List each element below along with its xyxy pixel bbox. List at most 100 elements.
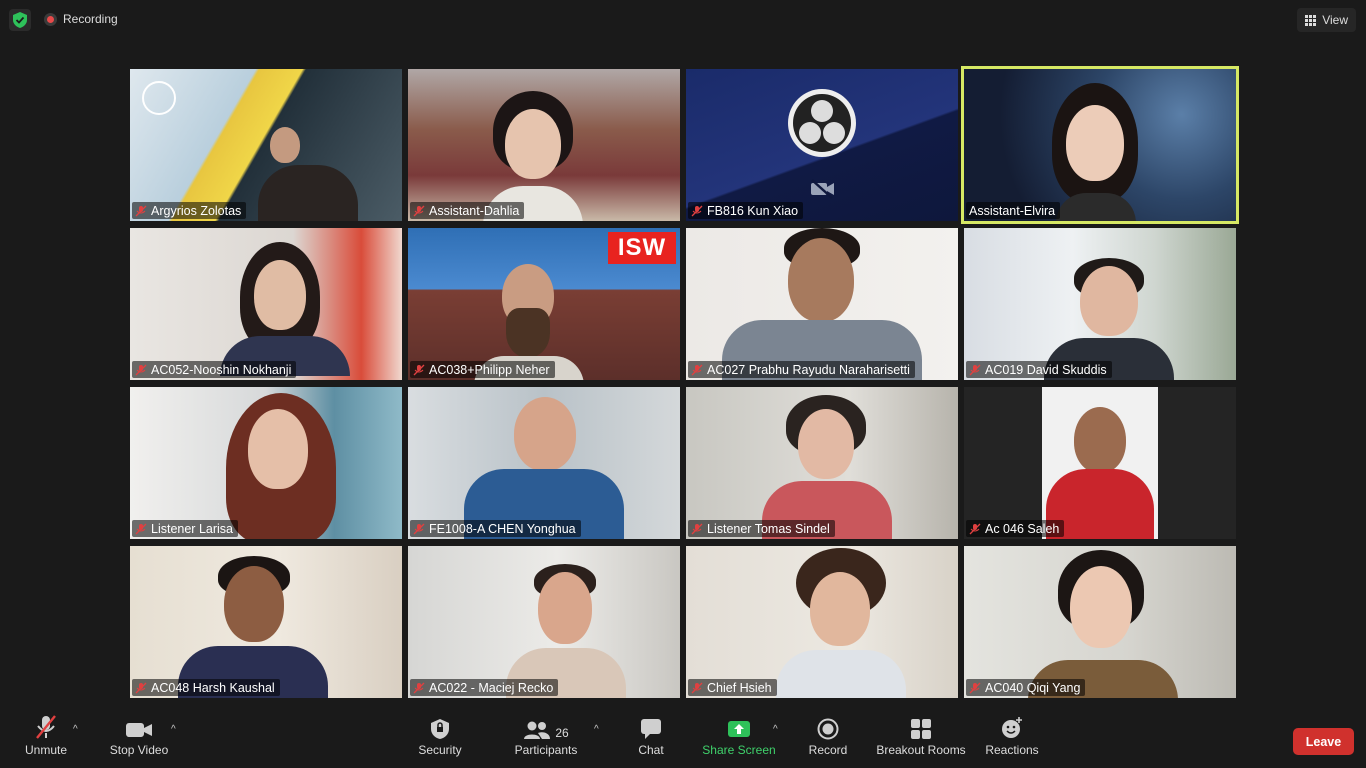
- participant-name: Listener Tomas Sindel: [707, 521, 830, 536]
- leave-button[interactable]: Leave: [1293, 728, 1354, 755]
- breakout-rooms-icon: [911, 719, 931, 739]
- video-tile[interactable]: Argyrios Zolotas: [130, 69, 402, 221]
- video-tile[interactable]: FB816 Kun Xiao: [686, 69, 958, 221]
- reactions-smiley-icon: [1002, 717, 1022, 738]
- participants-options-chevron-icon[interactable]: ^: [594, 724, 599, 735]
- video-options-chevron-icon[interactable]: ^: [171, 724, 176, 735]
- record-button[interactable]: Record: [802, 708, 854, 768]
- muted-mic-icon: [969, 364, 981, 375]
- participant-name-label: AC019 David Skuddis: [966, 361, 1112, 378]
- chat-label: Chat: [638, 743, 664, 757]
- muted-mic-icon: [969, 523, 981, 534]
- video-tile[interactable]: AC022 - Maciej Recko: [408, 546, 680, 698]
- share-screen-button[interactable]: Share Screen: [700, 708, 778, 768]
- top-bar: Recording View: [0, 0, 1366, 40]
- participant-name: Chief Hsieh: [707, 680, 772, 695]
- participant-name-label: AC022 - Maciej Recko: [410, 679, 559, 696]
- muted-mic-icon: [691, 523, 703, 534]
- video-tile[interactable]: Chief Hsieh: [686, 546, 958, 698]
- security-label: Security: [418, 743, 462, 757]
- participant-name: Assistant-Dahlia: [429, 203, 520, 218]
- participant-name: Argyrios Zolotas: [151, 203, 242, 218]
- meeting-toolbar: Unmute ^ Stop Video ^ Security 26 Partic…: [0, 708, 1366, 768]
- muted-mic-icon: [135, 364, 147, 375]
- video-tile[interactable]: AC052-Nooshin Nokhanji: [130, 228, 402, 380]
- participant-name: FB816 Kun Xiao: [707, 203, 799, 218]
- unmute-button[interactable]: Unmute: [18, 708, 74, 768]
- video-tile[interactable]: Ac 046 Saleh: [964, 387, 1236, 539]
- muted-mic-icon: [691, 364, 703, 375]
- video-tile[interactable]: Listener Larisa: [130, 387, 402, 539]
- university-logo: [142, 81, 176, 115]
- participant-name-label: Listener Larisa: [132, 520, 238, 537]
- muted-mic-icon: [135, 682, 147, 693]
- participant-name: AC038+Philipp Neher: [429, 362, 550, 377]
- participants-icon: [524, 721, 551, 739]
- audio-options-chevron-icon[interactable]: ^: [73, 724, 78, 735]
- participant-name-label: AC040 Qiqi Yang: [966, 679, 1086, 696]
- isw-logo: ISW: [608, 232, 676, 264]
- participant-name: AC027 Prabhu Rayudu Naraharisetti: [707, 362, 910, 377]
- share-options-chevron-icon[interactable]: ^: [773, 724, 778, 735]
- participant-name-label: FE1008-A CHEN Yonghua: [410, 520, 581, 537]
- participant-name-label: AC027 Prabhu Rayudu Naraharisetti: [688, 361, 915, 378]
- breakout-rooms-button[interactable]: Breakout Rooms: [874, 708, 968, 768]
- chat-button[interactable]: Chat: [630, 708, 672, 768]
- participant-name: Listener Larisa: [151, 521, 233, 536]
- video-tile[interactable]: AC048 Harsh Kaushal: [130, 546, 402, 698]
- breakout-rooms-label: Breakout Rooms: [876, 743, 966, 757]
- video-tile[interactable]: Assistant-Dahlia: [408, 69, 680, 221]
- muted-mic-icon: [969, 682, 981, 693]
- muted-mic-icon: [691, 682, 703, 693]
- share-screen-icon: [728, 721, 750, 737]
- video-grid: Argyrios Zolotas Assistant-Dahlia FB816 …: [130, 66, 1239, 699]
- grid-view-icon: [1305, 14, 1317, 26]
- participant-name-label: Ac 046 Saleh: [966, 520, 1065, 537]
- participants-button[interactable]: 26 Participants: [510, 708, 582, 768]
- video-tile[interactable]: AC019 David Skuddis: [964, 228, 1236, 380]
- muted-microphone-icon: [36, 715, 56, 739]
- reactions-label: Reactions: [985, 743, 1039, 757]
- muted-mic-icon: [413, 523, 425, 534]
- video-tile-active-speaker[interactable]: Assistant-Elvira: [961, 66, 1239, 224]
- shield-icon: [431, 719, 449, 739]
- participant-name: Assistant-Elvira: [969, 203, 1056, 218]
- muted-mic-icon: [413, 364, 425, 375]
- stop-video-label: Stop Video: [109, 743, 169, 757]
- participant-name-label: Listener Tomas Sindel: [688, 520, 835, 537]
- security-button[interactable]: Security: [412, 708, 468, 768]
- record-icon: [817, 718, 839, 740]
- participant-name-label: FB816 Kun Xiao: [688, 202, 804, 219]
- participant-name: AC019 David Skuddis: [985, 362, 1107, 377]
- video-tile[interactable]: ISW AC038+Philipp Neher: [408, 228, 680, 380]
- participants-label: Participants: [514, 743, 578, 757]
- recording-label: Recording: [63, 12, 118, 26]
- view-button[interactable]: View: [1297, 8, 1356, 32]
- participant-name: AC040 Qiqi Yang: [985, 680, 1081, 695]
- chat-bubble-icon: [641, 719, 661, 739]
- video-tile[interactable]: Listener Tomas Sindel: [686, 387, 958, 539]
- video-off-icon: [811, 179, 834, 199]
- reactions-button[interactable]: Reactions: [982, 708, 1042, 768]
- participant-video: [1042, 387, 1158, 539]
- participant-name-label: AC052-Nooshin Nokhanji: [132, 361, 297, 378]
- stop-video-button[interactable]: Stop Video: [104, 708, 174, 768]
- participant-name: AC022 - Maciej Recko: [429, 680, 554, 695]
- participant-name-label: AC048 Harsh Kaushal: [132, 679, 280, 696]
- recording-indicator[interactable]: Recording: [44, 12, 118, 26]
- participant-name: FE1008-A CHEN Yonghua: [429, 521, 576, 536]
- video-tile[interactable]: AC040 Qiqi Yang: [964, 546, 1236, 698]
- recording-dot-icon: [44, 12, 57, 26]
- video-camera-icon: [126, 723, 152, 737]
- video-tile[interactable]: AC027 Prabhu Rayudu Naraharisetti: [686, 228, 958, 380]
- participant-name: Ac 046 Saleh: [985, 521, 1060, 536]
- muted-mic-icon: [691, 205, 703, 216]
- security-shield-icon[interactable]: [9, 9, 31, 31]
- muted-mic-icon: [413, 682, 425, 693]
- view-label: View: [1322, 13, 1348, 27]
- muted-mic-icon: [413, 205, 425, 216]
- video-tile[interactable]: FE1008-A CHEN Yonghua: [408, 387, 680, 539]
- participant-count: 26: [555, 726, 569, 740]
- participant-name-label: Assistant-Elvira: [966, 202, 1061, 219]
- participant-name: AC052-Nooshin Nokhanji: [151, 362, 292, 377]
